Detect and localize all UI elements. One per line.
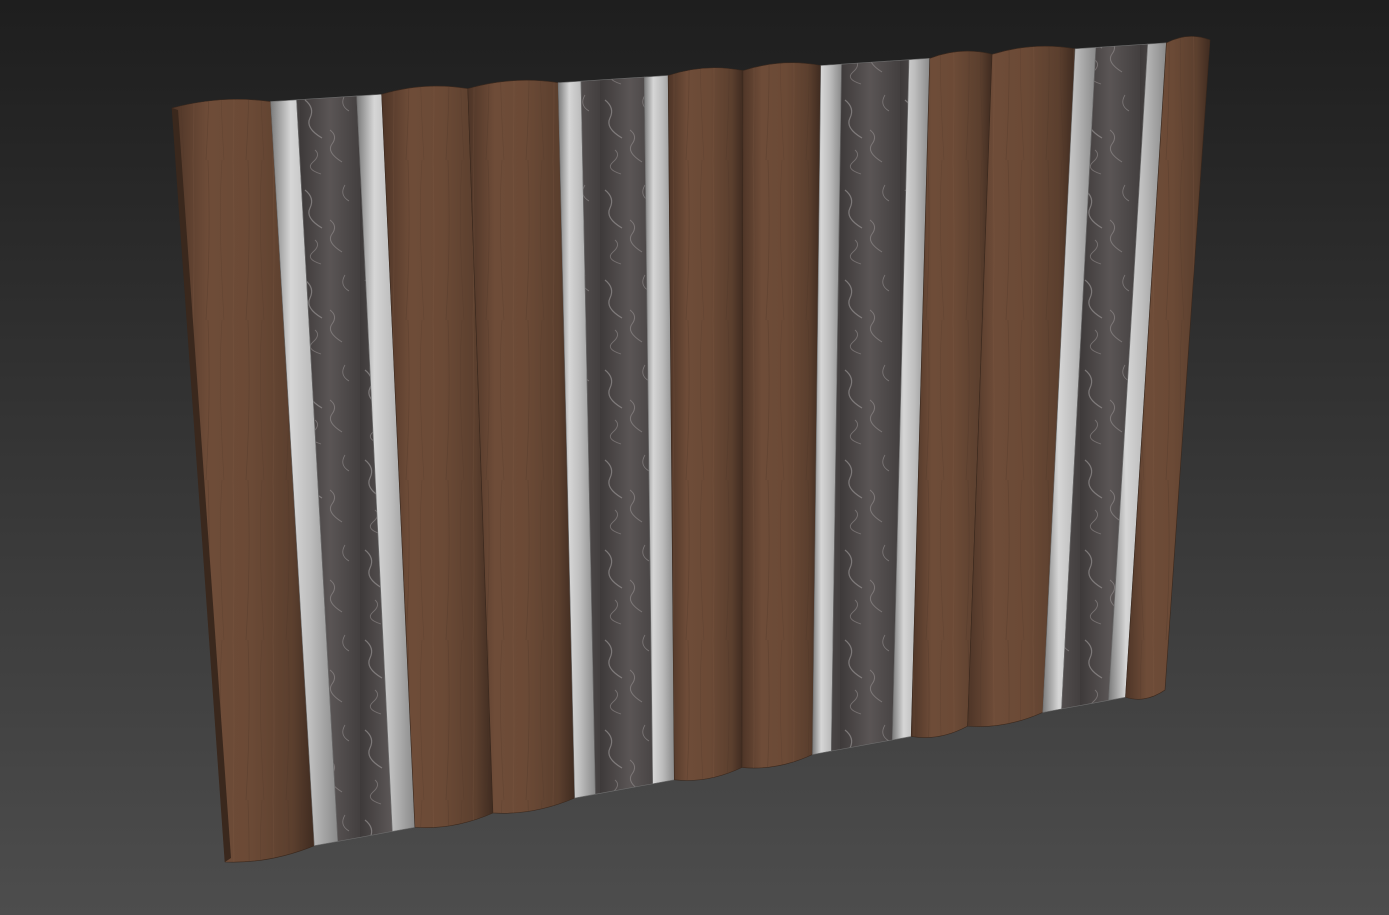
3d-viewport[interactable] <box>0 0 1389 915</box>
wood-grain <box>668 67 743 781</box>
wood-grain <box>742 62 821 769</box>
wall-panel-render <box>0 0 1389 915</box>
